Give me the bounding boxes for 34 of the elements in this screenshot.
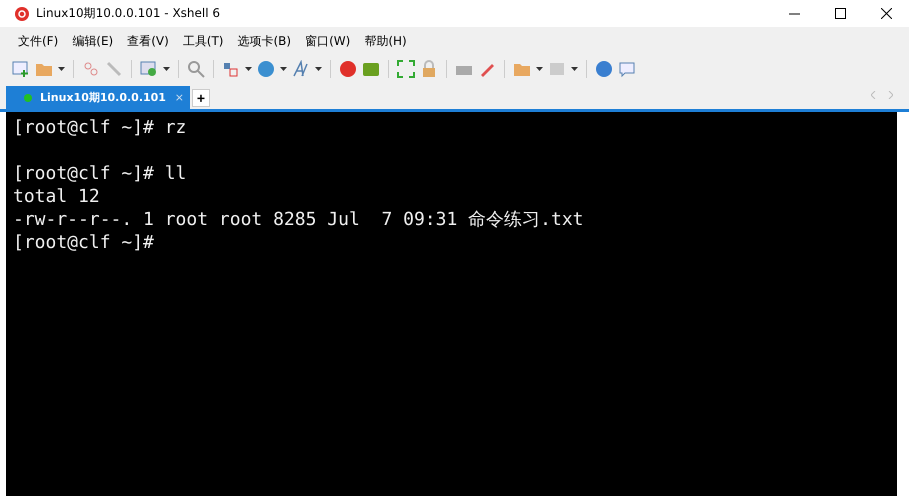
maximize-icon[interactable] bbox=[834, 8, 846, 19]
session-tab[interactable]: Linux10期10.0.0.101 × bbox=[6, 86, 190, 109]
menu-item[interactable]: 文件(F) bbox=[12, 30, 64, 52]
caret-icon[interactable] bbox=[163, 67, 170, 71]
caret-icon[interactable] bbox=[58, 67, 65, 71]
terminal-line: total 12 bbox=[13, 185, 101, 208]
terminal-line: [root@clf ~]# rz bbox=[13, 116, 188, 139]
caret-icon[interactable] bbox=[245, 67, 252, 71]
menu-item[interactable]: 查看(V) bbox=[121, 30, 175, 52]
menu-item[interactable]: 选项卡(B) bbox=[232, 30, 298, 52]
window-title: Linux10期10.0.0.101 - Xshell 6 bbox=[36, 5, 222, 22]
terminal-line: -rw-r--r--. 1 root root 8285 Jul 7 09:31 命令练习.txt bbox=[13, 208, 584, 231]
caret-icon[interactable] bbox=[315, 67, 322, 71]
terminal-line: [root@clf ~]# bbox=[13, 231, 155, 254]
layout-icon[interactable] bbox=[222, 60, 240, 78]
new-window-icon[interactable] bbox=[12, 60, 30, 78]
settings-icon[interactable] bbox=[140, 60, 158, 78]
menu-item[interactable]: 窗口(W) bbox=[299, 30, 356, 52]
terminal[interactable]: [root@clf ~]# rz [root@clf ~]# ll total 12 -rw-r--r--. 1 root root 8285 Jul 7 09:31 命令练习.txt [root@clf ~]# bbox=[6, 112, 897, 496]
menu-item[interactable]: 工具(T) bbox=[176, 30, 230, 52]
menu-item[interactable]: 帮助(H) bbox=[358, 30, 413, 52]
caret-icon[interactable] bbox=[280, 67, 287, 71]
close-icon[interactable] bbox=[880, 8, 892, 19]
search-icon[interactable] bbox=[187, 60, 205, 78]
menu-item[interactable]: 编辑(E) bbox=[66, 30, 120, 52]
new-tab-button[interactable]: + bbox=[192, 89, 210, 107]
font-icon[interactable] bbox=[292, 60, 310, 78]
chat-icon[interactable] bbox=[618, 60, 636, 78]
caret-icon[interactable] bbox=[571, 67, 578, 71]
connect-icon[interactable] bbox=[82, 60, 100, 78]
caret-icon[interactable] bbox=[536, 67, 543, 71]
terminal-line: [root@clf ~]# ll bbox=[13, 162, 188, 185]
fullscreen-icon[interactable] bbox=[397, 60, 415, 78]
lock-icon[interactable] bbox=[420, 60, 438, 78]
